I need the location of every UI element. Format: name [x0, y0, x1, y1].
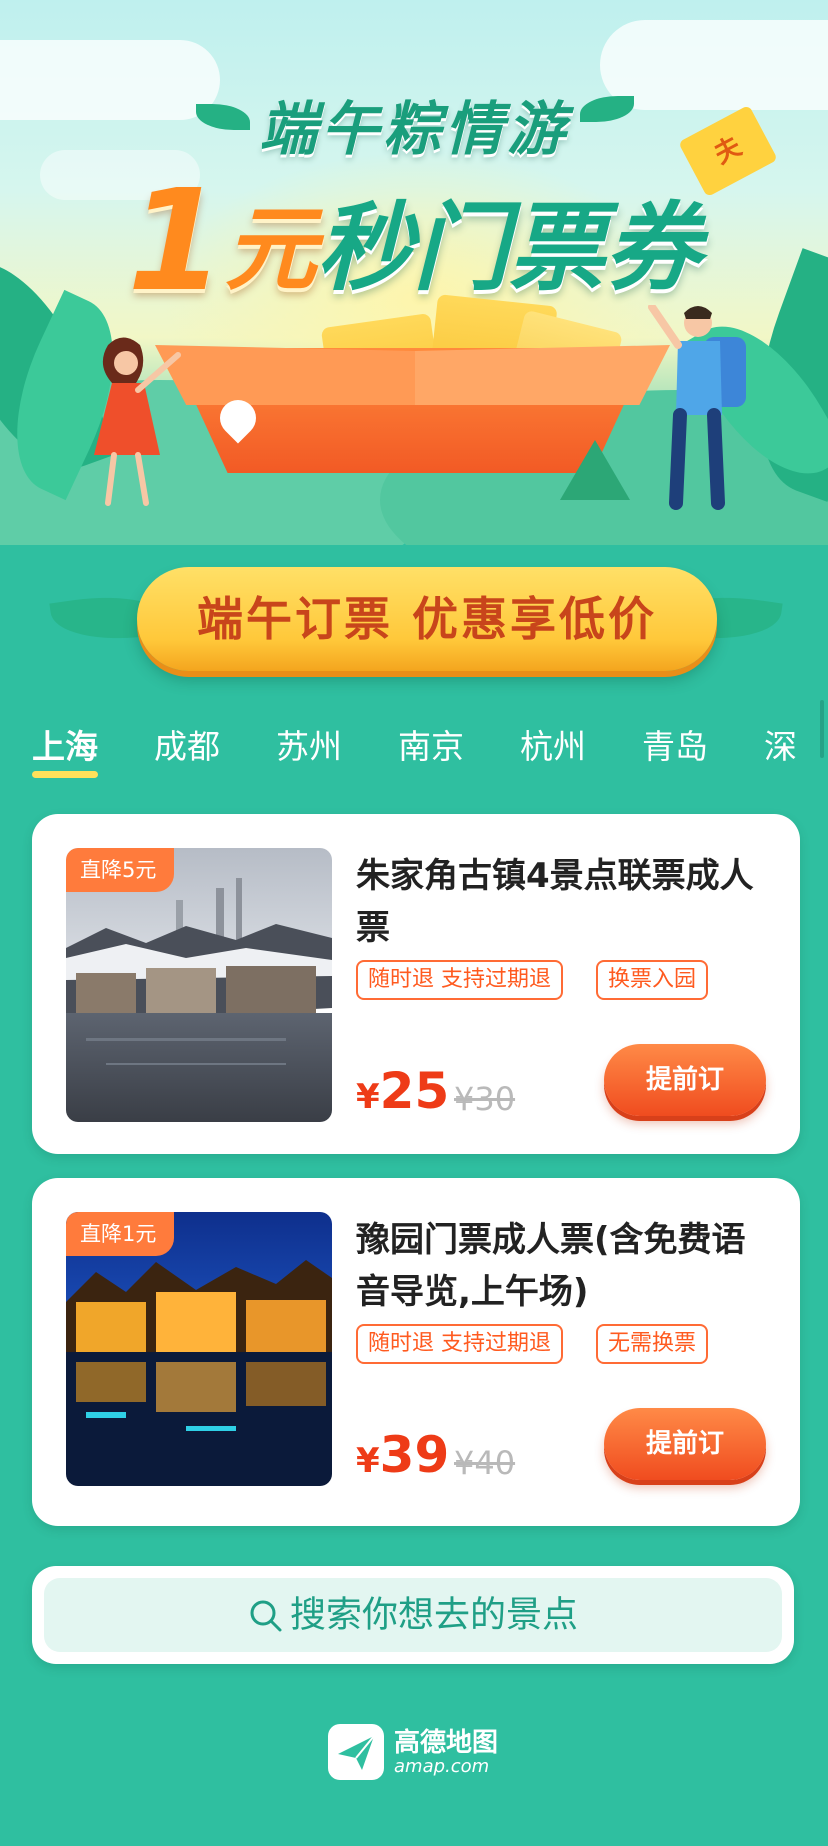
price-drop-badge: 直降5元 — [66, 848, 175, 892]
ticket-card[interactable]: 直降1元 豫园门票成人票(含免费语音导览,上午场) 随时退 支持过期退 无需换票… — [32, 1178, 800, 1526]
amap-logo-icon — [328, 1724, 384, 1780]
amap-logo: 高德地图 amap.com — [328, 1722, 508, 1782]
search-input[interactable]: 搜索你想去的景点 — [44, 1578, 782, 1652]
refund-tag: 随时退 支持过期退 — [356, 960, 563, 1000]
city-tabs: 上海 成都 苏州 南京 杭州 青岛 深 — [0, 720, 828, 784]
gift-box-flap — [155, 345, 415, 405]
coupon-char: 夫 — [709, 131, 747, 171]
tab-qingdao[interactable]: 青岛 — [642, 720, 708, 776]
attraction-title: 朱家角古镇4景点联票成人票 — [356, 856, 754, 948]
original-price: ¥30 — [454, 1080, 516, 1118]
entry-tag: 换票入园 — [596, 960, 709, 1000]
tab-hangzhou[interactable]: 杭州 — [520, 720, 586, 776]
tag-row: 随时退 支持过期退 无需换票 — [356, 1324, 796, 1364]
hero-title-yuan: 元 — [224, 196, 317, 303]
ticket-card[interactable]: 直降5元 朱家角古镇4景点联票成人票 随时退 支持过期退 换票入园 ¥25 ¥3… — [32, 814, 800, 1154]
refund-tag: 随时退 支持过期退 — [356, 1324, 563, 1364]
currency-symbol: ¥ — [356, 1441, 380, 1481]
hero-banner: 端午粽情游 1元秒门票券 夫 — [0, 0, 828, 545]
search-icon — [250, 1600, 282, 1631]
price-value: 39 — [379, 1426, 450, 1484]
slogan-banner: 端午订票 优惠享低价 — [0, 555, 828, 675]
amap-brand-en: amap.com — [394, 1756, 490, 1777]
gift-box-flap — [415, 345, 670, 405]
tab-shanghai[interactable]: 上海 — [32, 720, 98, 776]
tab-nanjing[interactable]: 南京 — [398, 720, 464, 776]
price-drop-badge: 直降1元 — [66, 1212, 175, 1256]
tab-chengdu[interactable]: 成都 — [154, 720, 220, 776]
man-illustration-icon — [648, 305, 746, 510]
active-tab-indicator — [32, 771, 98, 778]
currency-symbol: ¥ — [356, 1077, 380, 1117]
tab-shenzhen[interactable]: 深 — [764, 720, 797, 776]
amap-brand-cn: 高德地图 — [394, 1728, 499, 1758]
book-now-button[interactable]: 提前订 — [604, 1044, 766, 1116]
tag-row: 随时退 支持过期退 换票入园 — [356, 960, 796, 1000]
attraction-image: 直降1元 — [66, 1212, 332, 1486]
slogan-text: 端午订票 优惠享低价 — [137, 567, 717, 671]
original-price: ¥40 — [454, 1444, 516, 1482]
current-price: ¥39 — [356, 1426, 449, 1484]
woman-illustration-icon — [94, 337, 181, 506]
current-price: ¥25 — [356, 1062, 449, 1120]
search-placeholder: 搜索你想去的景点 — [289, 1594, 578, 1636]
entry-tag: 无需换票 — [596, 1324, 709, 1364]
attraction-image: 直降5元 — [66, 848, 332, 1122]
attraction-title: 豫园门票成人票(含免费语音导览,上午场) — [356, 1220, 746, 1312]
tab-suzhou[interactable]: 苏州 — [276, 720, 342, 776]
search-box: 搜索你想去的景点 — [32, 1566, 794, 1664]
price-value: 25 — [379, 1062, 450, 1120]
scrollbar[interactable] — [820, 700, 824, 758]
paper-plane-icon — [338, 1735, 375, 1770]
hero-title-rest: 秒门票券 — [316, 192, 701, 304]
hero-title-number: 1 — [127, 160, 225, 323]
book-now-button[interactable]: 提前订 — [604, 1408, 766, 1480]
